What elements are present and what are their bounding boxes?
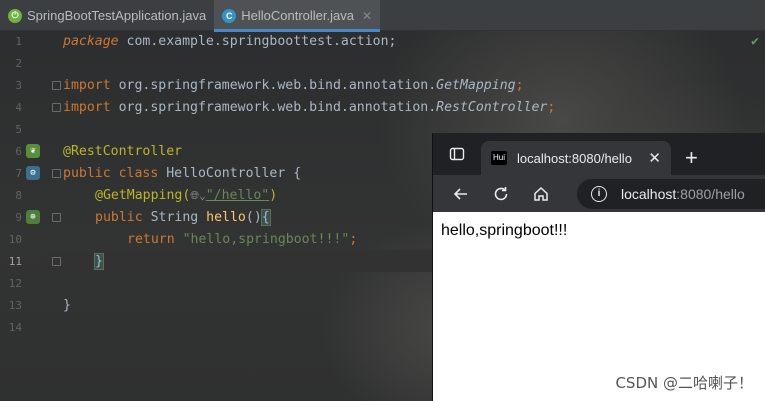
method-name: hello	[206, 210, 246, 225]
home-icon[interactable]	[521, 175, 561, 212]
request-mapping-icon[interactable]: ⊕	[26, 210, 40, 224]
line-number-current: 11	[8, 255, 22, 268]
line-number: 6	[15, 145, 22, 158]
brace: }	[94, 253, 104, 270]
line-number: 1	[15, 35, 22, 48]
string-literal: "hello,springboot!!!"	[174, 232, 350, 247]
back-icon[interactable]	[441, 175, 481, 212]
line-number: 13	[8, 299, 22, 312]
refresh-icon[interactable]	[481, 175, 521, 212]
globe-icon[interactable]: 🌐︎⌄	[190, 189, 205, 202]
brace: {	[260, 209, 271, 226]
favicon: Hui	[491, 151, 507, 165]
package-name: com.example.springboottest.action;	[118, 34, 397, 49]
line-number: 4	[15, 101, 22, 114]
spring-boot-icon: ⏻	[8, 8, 22, 23]
semicolon: ;	[349, 232, 358, 247]
watermark: CSDN @二哈喇子！	[615, 374, 753, 392]
import-package: org.springframework.web.bind.annotation.	[110, 100, 437, 115]
keyword: import	[63, 100, 111, 115]
tab-actions-icon[interactable]	[433, 133, 481, 175]
fold-marker-icon[interactable]	[52, 103, 61, 112]
tab-hellocontroller[interactable]: C HelloController.java ✕	[214, 0, 381, 32]
inspection-ok-icon[interactable]: ✔	[751, 34, 759, 49]
brace: }	[63, 298, 71, 313]
browser-tab-title: localhost:8080/hello	[517, 150, 632, 166]
browser-tab-strip: Hui localhost:8080/hello ✕ +	[433, 133, 765, 175]
keyword: public class	[63, 166, 159, 181]
address-host: localhost	[621, 186, 677, 202]
new-tab-icon[interactable]: +	[685, 141, 698, 175]
class-declaration: HelloController {	[158, 166, 302, 181]
line-number: 10	[8, 233, 22, 246]
line-number: 3	[15, 79, 22, 92]
line-number: 14	[8, 321, 22, 334]
tab-springboottestapplication[interactable]: ⏻ SpringBootTestApplication.java	[0, 0, 214, 31]
mapping-url[interactable]: "/hello"	[206, 188, 270, 203]
current-line-highlight	[46, 250, 432, 272]
import-class: GetMapping	[436, 78, 516, 93]
class-icon: C	[222, 8, 237, 23]
annotation: @RestController	[63, 144, 183, 159]
semicolon: ;	[515, 78, 524, 93]
annotation: @GetMapping(	[95, 188, 191, 203]
editor-tab-bar: ⏻ SpringBootTestApplication.java C Hello…	[0, 0, 765, 32]
spring-bean-icon[interactable]: ❦	[26, 144, 40, 158]
site-info-icon[interactable]: i	[591, 186, 607, 202]
keyword: return	[127, 232, 175, 247]
editor-gutter: 1 2 3 4 5 6 7 8 9 10 11 12 13 14 ❦ ⚙ ⊕	[0, 31, 61, 401]
import-package: org.springframework.web.bind.annotation.	[110, 78, 437, 93]
line-number: 7	[15, 167, 22, 180]
response-text: hello,springboot!!!	[441, 222, 568, 239]
semicolon: ;	[547, 100, 556, 115]
browser-window: Hui localhost:8080/hello ✕ + i localhost…	[432, 133, 765, 401]
line-number: 8	[15, 189, 22, 202]
fold-marker-icon[interactable]	[52, 81, 61, 90]
fold-marker-icon[interactable]	[52, 169, 61, 178]
address-path: :8080/hello	[676, 186, 745, 202]
tab-label: SpringBootTestApplication.java	[27, 8, 207, 23]
line-number: 12	[8, 277, 22, 290]
fold-marker-icon[interactable]	[52, 257, 61, 266]
browser-toolbar: i localhost:8080/hello	[433, 175, 765, 212]
import-class: RestController	[436, 100, 548, 115]
tab-label: HelloController.java	[241, 8, 354, 23]
browser-tab[interactable]: Hui localhost:8080/hello ✕	[481, 141, 671, 175]
keyword: import	[63, 78, 111, 93]
annotation-end: )	[269, 188, 278, 203]
return-type: String	[142, 210, 207, 225]
line-number: 5	[15, 123, 22, 136]
line-number: 2	[15, 57, 22, 70]
keyword: package	[63, 34, 119, 49]
keyword: public	[95, 210, 143, 225]
line-number: 9	[15, 211, 22, 224]
close-tab-icon[interactable]: ✕	[648, 149, 661, 167]
close-tab-icon[interactable]: ✕	[362, 9, 372, 23]
address-bar[interactable]: i localhost:8080/hello	[577, 179, 765, 209]
spring-component-icon[interactable]: ⚙	[26, 166, 40, 180]
fold-marker-icon[interactable]	[52, 213, 61, 222]
method-params: ()	[245, 210, 262, 225]
